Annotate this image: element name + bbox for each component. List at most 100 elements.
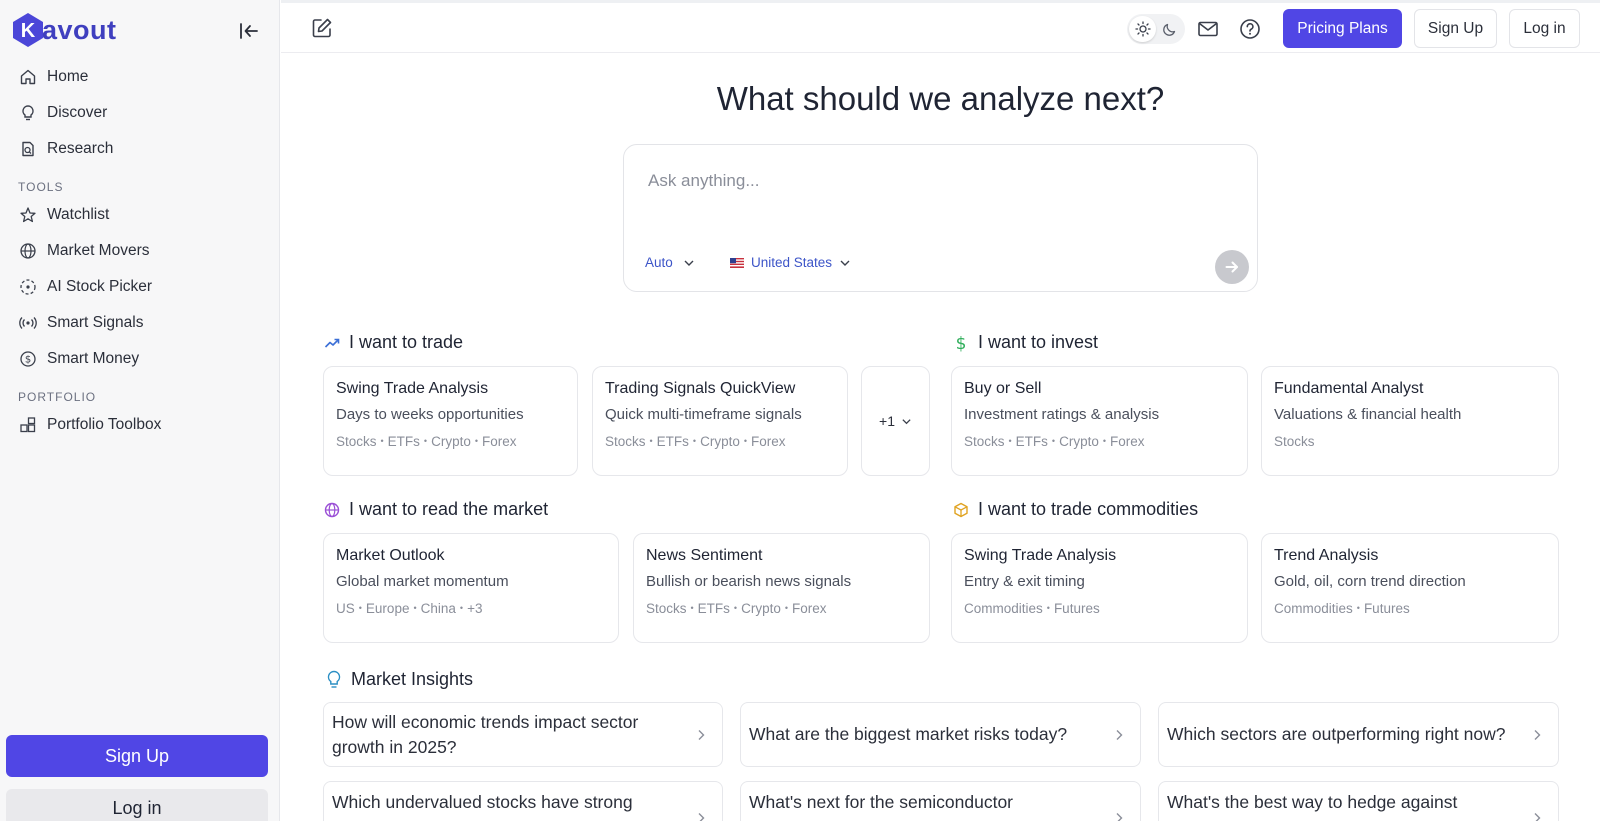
pricing-plans-button[interactable]: Pricing Plans <box>1283 9 1402 48</box>
send-button[interactable] <box>1215 250 1249 284</box>
mode-value: Auto <box>645 255 673 270</box>
card-buy-or-sell[interactable]: Buy or Sell Investment ratings & analysi… <box>951 366 1248 476</box>
card-title: Trading Signals QuickView <box>605 380 796 397</box>
sidebar-item-portfolio-toolbox[interactable]: Portfolio Toolbox <box>10 407 270 443</box>
brand-logo[interactable]: K avout <box>10 12 117 48</box>
dark-mode-button[interactable] <box>1156 16 1183 42</box>
toolbox-icon <box>18 415 38 435</box>
collapse-sidebar-button[interactable] <box>236 18 262 44</box>
card-fundamental-analyst[interactable]: Fundamental Analyst Valuations & financi… <box>1261 366 1559 476</box>
home-icon <box>18 67 38 87</box>
help-button[interactable] <box>1239 18 1263 42</box>
chevron-right-icon <box>698 813 705 821</box>
more-trade-options-button[interactable]: +1 <box>861 366 930 476</box>
new-chat-button[interactable] <box>311 17 335 41</box>
section-market-insights-title: Market Insights <box>325 669 473 690</box>
top-bar: Pricing Plans Sign Up Log in <box>281 0 1600 53</box>
signup-button[interactable]: Sign Up <box>1414 9 1497 48</box>
help-icon <box>1240 19 1260 39</box>
target-icon <box>18 277 38 297</box>
card-title: Fundamental Analyst <box>1274 380 1424 397</box>
sidebar-item-market-movers[interactable]: Market Movers <box>10 233 270 269</box>
moon-icon <box>1162 23 1175 36</box>
section-trade-title: I want to trade <box>323 332 463 353</box>
sidebar-item-label: Discover <box>47 104 108 121</box>
sidebar-item-smart-money[interactable]: $ Smart Money <box>10 341 270 377</box>
card-trading-signals-quickview[interactable]: Trading Signals QuickView Quick multi-ti… <box>592 366 848 476</box>
sidebar-item-label: Market Movers <box>47 242 150 259</box>
sidebar-item-label: Watchlist <box>47 206 110 223</box>
lightbulb-icon <box>325 670 343 689</box>
sidebar-item-label: Portfolio Toolbox <box>47 416 162 433</box>
collapse-left-icon <box>240 23 258 39</box>
card-tags: Stocks • ETFs • Crypto • Forex <box>964 434 1145 449</box>
chevron-right-icon <box>1534 813 1541 821</box>
sidebar-item-watchlist[interactable]: Watchlist <box>10 197 270 233</box>
card-market-outlook[interactable]: Market Outlook Global market momentum US… <box>323 533 619 643</box>
insight-question[interactable]: Which sectors are outperforming right no… <box>1158 702 1559 767</box>
sidebar-item-research[interactable]: Research <box>10 131 270 167</box>
card-tags: Stocks <box>1274 434 1315 449</box>
dollar-sign-icon: $ <box>952 334 970 352</box>
kavout-logo-icon: K <box>13 13 43 47</box>
trend-up-icon <box>323 334 341 352</box>
ask-box: Auto United States <box>623 144 1258 292</box>
chevron-right-icon <box>1116 813 1123 821</box>
sidebar-item-home[interactable]: Home <box>10 59 270 95</box>
card-tags: Commodities • Futures <box>964 601 1100 616</box>
sidebar-item-label: AI Stock Picker <box>47 278 153 295</box>
section-read-market-title: I want to read the market <box>323 499 548 520</box>
sun-icon <box>1134 21 1151 37</box>
card-title: Trend Analysis <box>1274 547 1379 564</box>
card-title: News Sentiment <box>646 547 763 564</box>
theme-toggle[interactable] <box>1127 14 1185 44</box>
card-description: Days to weeks opportunities <box>336 406 524 423</box>
svg-text:$: $ <box>25 355 31 366</box>
sidebar-item-label: Smart Signals <box>47 314 144 331</box>
svg-text:$: $ <box>956 334 967 352</box>
card-tags: US • Europe • China • +3 <box>336 601 483 616</box>
section-commodities-title: I want to trade commodities <box>952 499 1198 520</box>
sidebar-login-button[interactable]: Log in <box>6 789 268 821</box>
card-title: Swing Trade Analysis <box>964 547 1117 564</box>
card-tags: Commodities • Futures <box>1274 601 1410 616</box>
sidebar-item-smart-signals[interactable]: Smart Signals <box>10 305 270 341</box>
tools-heading: TOOLS <box>18 180 64 194</box>
globe-icon <box>323 501 341 519</box>
insight-question[interactable]: How will economic trends impact sector g… <box>323 702 723 767</box>
card-title: Market Outlook <box>336 547 445 564</box>
sidebar-item-label: Smart Money <box>47 350 140 367</box>
sidebar-item-ai-stock-picker[interactable]: AI Stock Picker <box>10 269 270 305</box>
sidebar-item-discover[interactable]: Discover <box>10 95 270 131</box>
card-description: Global market momentum <box>336 573 509 590</box>
mode-select[interactable]: Auto <box>645 255 695 270</box>
insight-question[interactable]: What are the biggest market risks today? <box>740 702 1141 767</box>
insight-question[interactable]: Which undervalued stocks have strong <box>323 781 723 821</box>
portfolio-heading: PORTFOLIO <box>18 390 97 404</box>
signal-icon <box>18 313 38 333</box>
insight-question[interactable]: What's the best way to hedge against <box>1158 781 1559 821</box>
cube-icon <box>952 501 970 519</box>
sidebar-item-label: Research <box>47 140 114 157</box>
ask-input[interactable] <box>648 167 1228 195</box>
card-news-sentiment[interactable]: News Sentiment Bullish or bearish news s… <box>633 533 930 643</box>
sidebar-signup-button[interactable]: Sign Up <box>6 735 268 777</box>
card-title: Buy or Sell <box>964 380 1042 397</box>
mail-button[interactable] <box>1197 18 1221 42</box>
card-description: Investment ratings & analysis <box>964 406 1160 423</box>
more-count: +1 <box>879 413 895 429</box>
lightbulb-icon <box>18 103 38 123</box>
login-button[interactable]: Log in <box>1509 9 1580 48</box>
card-description: Bullish or bearish news signals <box>646 573 852 590</box>
chevron-down-icon <box>902 418 911 424</box>
card-commodities-swing-trade[interactable]: Swing Trade Analysis Entry & exit timing… <box>951 533 1248 643</box>
section-invest-title: $ I want to invest <box>952 332 1098 353</box>
chevron-right-icon <box>1116 729 1123 740</box>
chevron-right-icon <box>1534 729 1541 740</box>
region-select[interactable]: United States <box>730 255 851 270</box>
us-flag-icon <box>730 257 744 268</box>
card-trend-analysis[interactable]: Trend Analysis Gold, oil, corn trend dir… <box>1261 533 1559 643</box>
card-swing-trade-analysis[interactable]: Swing Trade Analysis Days to weeks oppor… <box>323 366 578 476</box>
insight-question[interactable]: What's next for the semiconductor <box>740 781 1141 821</box>
light-mode-button[interactable] <box>1129 16 1156 42</box>
